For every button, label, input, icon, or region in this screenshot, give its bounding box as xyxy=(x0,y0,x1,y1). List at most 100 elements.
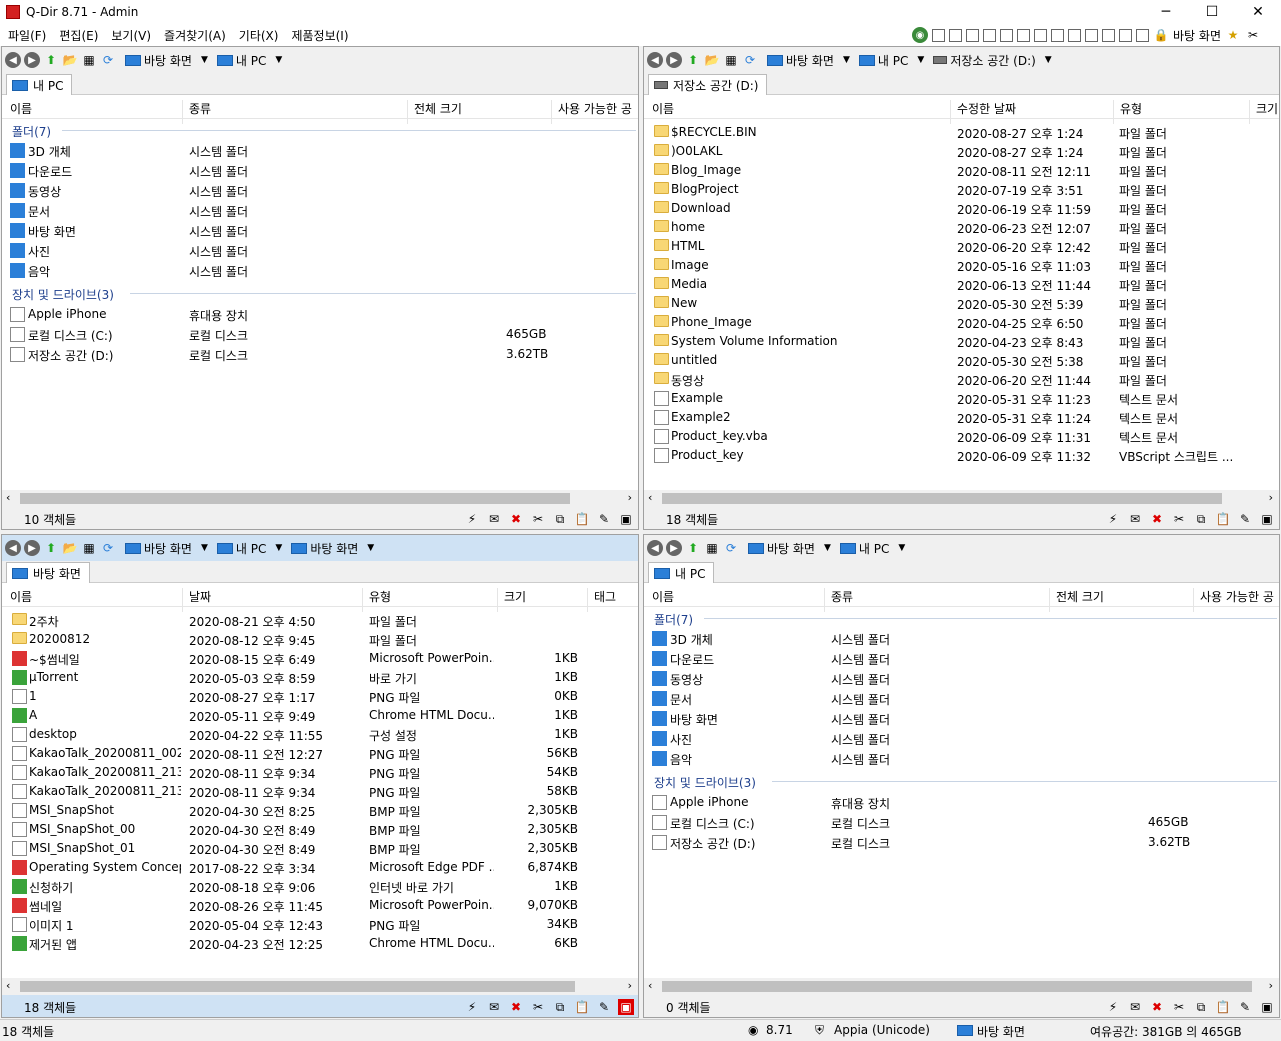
lightning-icon[interactable]: ⚡ xyxy=(1105,511,1121,527)
rename-icon[interactable]: ✎ xyxy=(596,511,612,527)
loc-desktop[interactable]: 바탕 화면 ▼ xyxy=(748,540,831,557)
col-name[interactable]: 이름 xyxy=(10,588,32,605)
loc-mypc[interactable]: 내 PC ▼ xyxy=(858,52,924,69)
layout-9-icon[interactable] xyxy=(1068,28,1082,42)
list-item[interactable]: 1 2020-08-27 오후 1:17 PNG 파일 0KB xyxy=(2,687,638,706)
list-item[interactable]: 로컬 디스크 (C:) 로컬 디스크 465GB xyxy=(2,325,638,344)
list-item[interactable]: 음악 시스템 폴더 xyxy=(2,261,638,280)
col-total[interactable]: 전체 크기 xyxy=(414,100,462,117)
col-name[interactable]: 이름 xyxy=(10,100,32,117)
back-icon[interactable]: ◀ xyxy=(647,52,663,68)
loc-drive-d[interactable]: 저장소 공간 (D:) ▼ xyxy=(933,52,1052,69)
loc-mypc[interactable]: 내 PC ▼ xyxy=(216,52,282,69)
list-item[interactable]: 2주차 2020-08-21 오후 4:50 파일 폴더 xyxy=(2,611,638,630)
menu-info[interactable]: 제품정보(I) xyxy=(286,27,353,44)
list-item[interactable]: 음악 시스템 폴더 xyxy=(644,749,1279,768)
back-icon[interactable]: ◀ xyxy=(5,52,21,68)
tab-mypc[interactable]: 내 PC xyxy=(648,562,715,583)
delete-icon[interactable]: ✖ xyxy=(508,999,524,1015)
list-item[interactable]: 문서 시스템 폴더 xyxy=(644,689,1279,708)
list-item[interactable]: Blog_Image 2020-08-11 오전 12:11 파일 폴더 xyxy=(644,161,1279,180)
menu-edit[interactable]: 편집(E) xyxy=(54,27,103,44)
group-header[interactable]: 장치 및 드라이브(3) xyxy=(644,772,1279,791)
layout-7-icon[interactable] xyxy=(1034,28,1048,42)
object-count[interactable]: 0 객체들 xyxy=(666,999,711,1016)
list-item[interactable]: 신청하기 2020-08-18 오후 9:06 인터넷 바로 가기 1KB xyxy=(2,877,638,896)
loc-mypc[interactable]: 내 PC ▼ xyxy=(216,540,282,557)
col-type[interactable]: 종류 xyxy=(189,100,211,117)
list-item[interactable]: 3D 개체 시스템 폴더 xyxy=(2,141,638,160)
list-item[interactable]: Product_key.vba 2020-06-09 오후 11:31 텍스트 문서 xyxy=(644,427,1279,446)
list-item[interactable]: Product_key 2020-06-09 오후 11:32 VBScript 스… xyxy=(644,446,1279,465)
tab-drive-d[interactable]: 저장소 공간 (D:) xyxy=(648,74,768,95)
list-item[interactable]: Example 2020-05-31 오후 11:23 텍스트 문서 xyxy=(644,389,1279,408)
loc-desktop-2[interactable]: 바탕 화면 ▼ xyxy=(291,540,374,557)
close-button[interactable]: ✕ xyxy=(1235,0,1281,24)
globe-icon[interactable]: ◉ xyxy=(912,27,929,43)
lock-icon[interactable]: 🔒 xyxy=(1153,27,1169,43)
list-item[interactable]: $RECYCLE.BIN 2020-08-27 오후 1:24 파일 폴더 xyxy=(644,123,1279,142)
list-item[interactable]: Example2 2020-05-31 오후 11:24 텍스트 문서 xyxy=(644,408,1279,427)
list-item[interactable]: 썸네일 2020-08-26 오후 11:45 Microsoft PowerPoi… xyxy=(2,896,638,915)
tab-mypc[interactable]: 내 PC xyxy=(6,74,73,95)
tab-desktop[interactable]: 바탕 화면 xyxy=(6,562,90,583)
list-item[interactable]: )O0LAKL 2020-08-27 오후 1:24 파일 폴더 xyxy=(644,142,1279,161)
col-total[interactable]: 전체 크기 xyxy=(1056,588,1104,605)
loc-mypc[interactable]: 내 PC ▼ xyxy=(839,540,905,557)
mail-icon[interactable]: ✉ xyxy=(1127,999,1143,1015)
list-item[interactable]: Media 2020-06-13 오전 11:44 파일 폴더 xyxy=(644,275,1279,294)
lightning-icon[interactable]: ⚡ xyxy=(464,511,480,527)
list-item[interactable]: 사진 시스템 폴더 xyxy=(2,241,638,260)
list-item[interactable]: 로컬 디스크 (C:) 로컬 디스크 465GB xyxy=(644,813,1279,832)
list-item[interactable]: 3D 개체 시스템 폴더 xyxy=(644,629,1279,648)
menu-view[interactable]: 보기(V) xyxy=(106,27,156,44)
loc-desktop[interactable]: 바탕 화면 ▼ xyxy=(767,52,850,69)
layout-13-icon[interactable] xyxy=(1136,28,1150,42)
list-item[interactable]: Apple iPhone 휴대용 장치 xyxy=(2,305,638,324)
rename-icon[interactable]: ✎ xyxy=(1237,511,1253,527)
refresh-icon[interactable]: ⟳ xyxy=(100,52,116,68)
rename-icon[interactable]: ✎ xyxy=(596,999,612,1015)
col-date[interactable]: 날짜 xyxy=(189,588,211,605)
h-scrollbar[interactable]: ‹ › xyxy=(644,978,1279,995)
list-item[interactable]: 동영상 시스템 폴더 xyxy=(644,669,1279,688)
layout-11-icon[interactable] xyxy=(1102,28,1116,42)
folder-new-icon[interactable]: 📂 xyxy=(62,52,78,68)
list-item[interactable]: untitled 2020-05-30 오전 5:38 파일 폴더 xyxy=(644,351,1279,370)
list-item[interactable]: A 2020-05-11 오후 9:49 Chrome HTML Docu... 1K… xyxy=(2,706,638,725)
refresh-icon[interactable]: ⟳ xyxy=(100,540,116,556)
layout-4-icon[interactable] xyxy=(983,28,997,42)
layout-1-icon[interactable] xyxy=(932,28,946,42)
list-item[interactable]: Download 2020-06-19 오후 11:59 파일 폴더 xyxy=(644,199,1279,218)
tools-icon[interactable]: ✂ xyxy=(1245,27,1261,43)
view-icon[interactable]: ▦ xyxy=(81,52,97,68)
list-item[interactable]: 이미지 1 2020-05-04 오후 12:43 PNG 파일 34KB xyxy=(2,915,638,934)
paste-icon[interactable]: 📋 xyxy=(574,511,590,527)
forward-icon[interactable]: ▶ xyxy=(666,52,682,68)
list-item[interactable]: 다운로드 시스템 폴더 xyxy=(644,649,1279,668)
list-item[interactable]: 저장소 공간 (D:) 로컬 디스크 3.62TB xyxy=(644,833,1279,852)
group-header[interactable]: 장치 및 드라이브(3) xyxy=(2,284,638,303)
col-type[interactable]: 유형 xyxy=(1120,100,1142,117)
object-count[interactable]: 18 객체들 xyxy=(24,999,76,1016)
col-free[interactable]: 사용 가능한 공 xyxy=(1200,588,1274,605)
cut-icon[interactable]: ✂ xyxy=(1171,999,1187,1015)
menu-file[interactable]: 파일(F) xyxy=(3,27,51,44)
list-item[interactable]: 20200812 2020-08-12 오후 9:45 파일 폴더 xyxy=(2,630,638,649)
h-scrollbar[interactable]: ‹ › xyxy=(2,490,638,507)
list-item[interactable]: MSI_SnapShot 2020-04-30 오전 8:25 BMP 파일 2,30… xyxy=(2,801,638,820)
paste-icon[interactable]: 📋 xyxy=(1215,999,1231,1015)
list-item[interactable]: 사진 시스템 폴더 xyxy=(644,729,1279,748)
delete-icon[interactable]: ✖ xyxy=(1149,511,1165,527)
layout-2-icon[interactable] xyxy=(949,28,963,42)
col-type[interactable]: 유형 xyxy=(369,588,391,605)
forward-icon[interactable]: ▶ xyxy=(24,540,40,556)
copy-icon[interactable]: ⧉ xyxy=(1193,511,1209,527)
lightning-icon[interactable]: ⚡ xyxy=(1105,999,1121,1015)
list-item[interactable]: Image 2020-05-16 오후 11:03 파일 폴더 xyxy=(644,256,1279,275)
loc-desktop[interactable]: 바탕 화면 ▼ xyxy=(125,52,208,69)
list-item[interactable]: 바탕 화면 시스템 폴더 xyxy=(2,221,638,240)
list-item[interactable]: Operating System Concep... 2017-08-22 오후 … xyxy=(2,858,638,877)
col-name[interactable]: 이름 xyxy=(652,100,674,117)
col-name[interactable]: 이름 xyxy=(652,588,674,605)
